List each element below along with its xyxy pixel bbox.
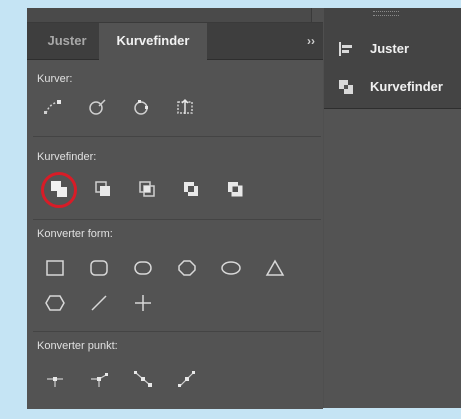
section-divider xyxy=(33,219,321,220)
section-label-konverter-punkt: Konverter punkt: xyxy=(37,340,118,352)
smooth-point-icon[interactable] xyxy=(131,367,155,391)
plain-point-icon[interactable] xyxy=(43,367,67,391)
minus-front-icon[interactable] xyxy=(223,177,247,201)
collapse-panel-button[interactable]: ›› xyxy=(307,23,315,59)
rounded-rectangle-icon[interactable] xyxy=(87,256,111,280)
line-icon[interactable] xyxy=(87,291,111,315)
highlight-circle xyxy=(41,172,77,208)
collapsed-panel-dock: Juster Kurvefinder xyxy=(324,8,461,408)
pathfinder-panel: Juster Kurvefinder ›› Kurver: Kurvefinde… xyxy=(27,22,323,409)
close-curve-icon[interactable] xyxy=(129,95,153,119)
section-label-konverter-form: Konverter form: xyxy=(37,228,113,240)
dock-divider xyxy=(324,108,461,109)
exclude-icon[interactable] xyxy=(135,177,159,201)
intersect-icon[interactable] xyxy=(91,177,115,201)
align-icon xyxy=(338,41,354,57)
tab-juster[interactable]: Juster xyxy=(35,23,99,59)
dock-header: Juster Kurvefinder xyxy=(324,8,461,108)
corner-point-icon[interactable] xyxy=(87,367,111,391)
octagon-icon[interactable] xyxy=(175,256,199,280)
beveled-rectangle-icon[interactable] xyxy=(131,256,155,280)
dock-item-label: Juster xyxy=(370,41,410,56)
section-divider xyxy=(33,331,321,332)
section-label-kurvefinder: Kurvefinder: xyxy=(37,151,97,163)
section-label-kurver: Kurver: xyxy=(37,73,73,85)
panel-tabbar: Juster Kurvefinder ›› xyxy=(27,23,323,60)
combine-icon[interactable] xyxy=(179,177,203,201)
drag-grip[interactable] xyxy=(373,11,399,16)
pathfinder-icon xyxy=(338,79,354,95)
smooth-curve-icon[interactable] xyxy=(41,95,65,119)
section-divider xyxy=(33,136,321,137)
tab-kurvefinder[interactable]: Kurvefinder xyxy=(99,23,207,60)
dock-item-label: Kurvefinder xyxy=(370,79,443,94)
hexagon-icon[interactable] xyxy=(43,291,67,315)
reverse-curve-icon[interactable] xyxy=(173,95,197,119)
triangle-icon[interactable] xyxy=(263,256,287,280)
symmetrical-point-icon[interactable] xyxy=(175,367,199,391)
plus-icon[interactable] xyxy=(131,291,155,315)
rectangle-icon[interactable] xyxy=(43,256,67,280)
erase-curve-icon[interactable] xyxy=(85,95,109,119)
ellipse-icon[interactable] xyxy=(219,256,243,280)
